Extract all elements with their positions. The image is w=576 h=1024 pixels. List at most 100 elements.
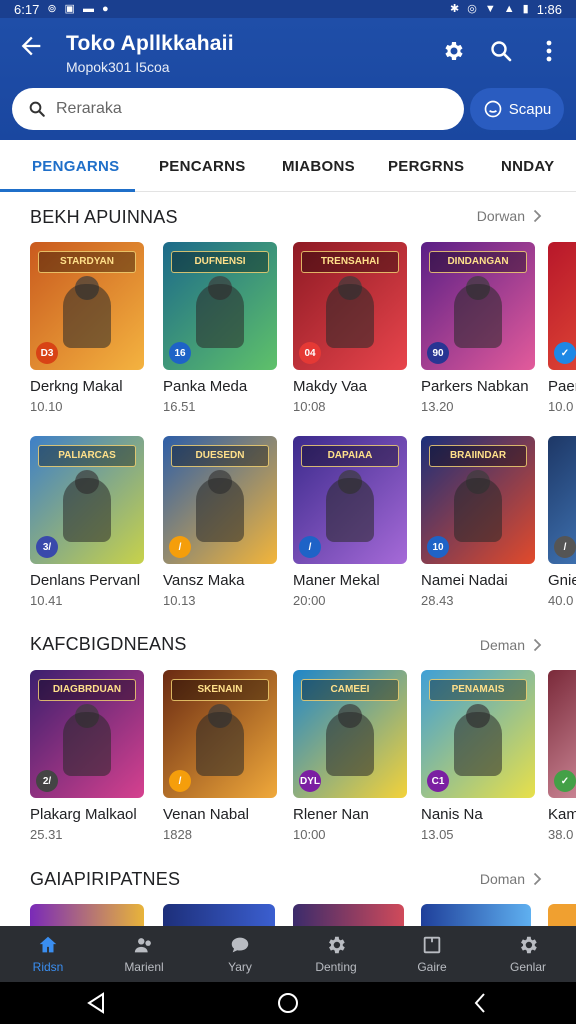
section-more-link[interactable]: Dorwan <box>477 208 542 224</box>
app-name: Plakarg Malkaol <box>30 806 137 823</box>
game-logo: DINDANGAN <box>429 251 527 273</box>
system-recents-button[interactable] <box>458 986 502 1020</box>
nav-label: Denting <box>315 960 357 974</box>
tab-pengarns[interactable]: PENGARNS <box>32 140 119 192</box>
game-logo: CAMEEI <box>301 679 399 701</box>
nav-item-gaire[interactable]: Gaire <box>384 926 480 982</box>
game-logo: DAPAIAA <box>301 445 399 467</box>
status-time: 6:17 <box>14 1 40 17</box>
character-body <box>196 712 244 776</box>
app-card[interactable]: SKENAIN / Venan Nabal 1828 <box>163 670 277 842</box>
app-name: Denlans Pervanl <box>30 572 141 589</box>
search-row: Scapu <box>12 88 564 130</box>
nav-item-marienl[interactable]: Marienl <box>96 926 192 982</box>
app-thumbnail[interactable]: DUESEDN / <box>163 436 277 564</box>
app-thumbnail[interactable]: TRENSAHAI 04 <box>293 242 407 370</box>
app-meta: 13.05 <box>421 827 454 842</box>
app-thumbnail[interactable]: DAPAIAA / <box>293 436 407 564</box>
app-thumbnail[interactable]: ✓ <box>548 670 576 798</box>
app-card[interactable]: DUESEDN / Vansz Maka 10.13 <box>163 436 277 608</box>
upload-icon: ▣ <box>64 2 75 15</box>
app-thumbnail[interactable]: DUFNENSI 16 <box>163 242 277 370</box>
app-badge: 2/ <box>36 770 58 792</box>
character-body <box>326 284 374 348</box>
app-name: Makdy Vaa <box>293 378 367 395</box>
app-badge: ✓ <box>554 342 576 364</box>
app-name: Maner Mekal <box>293 572 380 589</box>
app-card[interactable]: PALIARCAS 3/Denlans Pervanl 10.41 <box>30 436 144 608</box>
section-more-link[interactable]: Doman <box>480 871 542 887</box>
peek-row <box>0 904 576 926</box>
app-thumbnail[interactable]: BRAIINDAR 10 <box>421 436 535 564</box>
app-thumbnail[interactable]: DIAGBRDUAN 2/ <box>30 670 144 798</box>
peek-thumb[interactable] <box>548 904 576 926</box>
nav-item-ridsn[interactable]: Ridsn <box>0 926 96 982</box>
system-back-button[interactable] <box>74 986 118 1020</box>
peek-thumb[interactable] <box>421 904 531 926</box>
app-card[interactable]: CAMEEI DYL Rlener Nan 10:00 <box>293 670 407 842</box>
nav-item-denting[interactable]: Denting <box>288 926 384 982</box>
app-card[interactable]: STARDYAN D3 Derkng Makal 10.10 <box>30 242 144 414</box>
app-card[interactable]: BRAIINDAR 10 Namei Nadai 28.43 <box>421 436 535 608</box>
tab-pencarns[interactable]: PENCARNS <box>159 140 246 192</box>
section-more-link[interactable]: Deman <box>480 637 542 653</box>
app-name: Namei Nadai <box>421 572 508 589</box>
section-title: BEKH APUINNAS <box>30 207 178 227</box>
tab-nnday[interactable]: NNDAY <box>501 140 554 192</box>
scan-label: Scapu <box>508 100 552 118</box>
app-card[interactable]: ✓ Kam 38.0 <box>548 670 576 842</box>
tab-pergrns[interactable]: PERGRNS <box>388 140 464 192</box>
app-badge: / <box>299 536 321 558</box>
app-thumbnail[interactable]: ✓ <box>548 242 576 370</box>
more-options-button[interactable] <box>534 36 564 66</box>
app-card[interactable]: DINDANGAN 90 Parkers Nabkan 13.20 <box>421 242 535 414</box>
game-logo: DUFNENSI <box>171 251 269 273</box>
character-body <box>454 284 502 348</box>
triangle-back-icon <box>87 992 104 1014</box>
app-thumbnail[interactable]: / <box>548 436 576 564</box>
peek-thumb[interactable] <box>293 904 404 926</box>
game-logo: BRAIINDAR <box>429 445 527 467</box>
scan-button[interactable]: Scapu <box>470 88 564 130</box>
app-badge: / <box>169 770 191 792</box>
appbar-actions <box>438 36 564 66</box>
nav-item-genlar[interactable]: Genlar <box>480 926 576 982</box>
nav-label: Gaire <box>417 960 447 974</box>
app-thumbnail[interactable]: DINDANGAN 90 <box>421 242 535 370</box>
app-meta: 28.43 <box>421 593 454 608</box>
system-home-button[interactable] <box>266 986 310 1020</box>
peek-thumb[interactable] <box>163 904 275 926</box>
app-thumbnail[interactable]: STARDYAN D3 <box>30 242 144 370</box>
app-thumbnail[interactable]: PENAMAIS C1 <box>421 670 535 798</box>
app-name: Paer <box>548 378 576 395</box>
bluetooth-icon: ✱ <box>450 2 460 15</box>
app-meta: 10:00 <box>293 827 326 842</box>
app-thumbnail[interactable]: PALIARCAS 3/ <box>30 436 144 564</box>
app-meta: 25.31 <box>30 827 63 842</box>
signal-icon: ▲ <box>503 2 515 15</box>
app-thumbnail[interactable]: CAMEEI DYL <box>293 670 407 798</box>
page-subtitle: Mopok301 I5coa <box>66 59 170 75</box>
tab-miabons[interactable]: MIABONS <box>282 140 355 192</box>
app-card[interactable]: ✓ Paer 10.0 <box>548 242 576 414</box>
app-card[interactable]: / Gnie 40.0 <box>548 436 576 608</box>
app-card[interactable]: TRENSAHAI 04 Makdy Vaa 10:08 <box>293 242 407 414</box>
app-meta: 10.41 <box>30 593 63 608</box>
app-card[interactable]: DAPAIAA / Maner Mekal 20:00 <box>293 436 407 608</box>
section-more-label: Deman <box>479 637 525 653</box>
back-button[interactable] <box>14 32 48 66</box>
notification-icon: ⊚ <box>47 2 57 15</box>
app-badge: DYL <box>299 770 321 792</box>
app-card[interactable]: DIAGBRDUAN 2/Plakarg Malkaol 25.31 <box>30 670 144 842</box>
peek-thumb[interactable] <box>30 904 144 926</box>
nav-item-yary[interactable]: Yary <box>192 926 288 982</box>
search-input[interactable] <box>56 100 436 118</box>
search-box[interactable] <box>12 88 464 130</box>
app-thumbnail[interactable]: SKENAIN / <box>163 670 277 798</box>
app-card[interactable]: DUFNENSI 16 Panka Meda 16.51 <box>163 242 277 414</box>
settings-button[interactable] <box>438 36 468 66</box>
section-title: GAIAPIRIPATNES <box>30 869 181 889</box>
app-card[interactable]: PENAMAIS C1 Nanis Na 13.05 <box>421 670 535 842</box>
search-button[interactable] <box>486 36 516 66</box>
app-bar: Toko Apllkkahaii Mopok301 I5coa Scapu <box>0 18 576 140</box>
